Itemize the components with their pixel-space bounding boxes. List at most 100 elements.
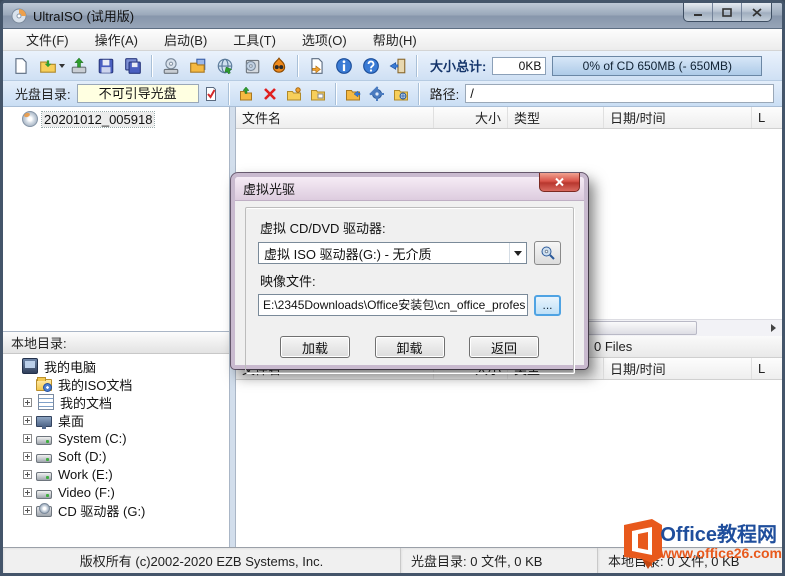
column-header-4[interactable]: L [752, 358, 782, 379]
extract-to-drive-icon [70, 57, 88, 75]
drive-search-icon [540, 245, 556, 261]
convert-document-button[interactable] [303, 53, 330, 78]
tree-item[interactable]: Work (E:) [5, 465, 227, 483]
expand-plus-icon[interactable] [23, 416, 32, 425]
unload-button[interactable]: 卸载 [375, 336, 445, 358]
tree-item-label: Work (E:) [56, 467, 115, 482]
new-document-button[interactable] [7, 53, 34, 78]
computer-icon [22, 358, 38, 374]
dialog-close-button[interactable] [539, 173, 580, 192]
disc-directory-status: 光盘目录: 0 文件, 0 KB [401, 548, 598, 573]
drive-label: 虚拟 CD/DVD 驱动器: [260, 218, 561, 237]
window-controls [683, 3, 772, 22]
load-button[interactable]: 加载 [280, 336, 350, 358]
tree-item[interactable]: System (C:) [5, 429, 227, 447]
tree-item[interactable]: 20201012_005918 [5, 110, 227, 128]
watermark: Office教程网 www.office26.com [618, 517, 782, 571]
desktop-icon [36, 416, 52, 427]
tree-item-label: Video (F:) [56, 485, 117, 500]
menu-item-0[interactable]: 文件(F) [15, 28, 80, 51]
tree-item-label: 20201012_005918 [42, 112, 154, 127]
menu-item-5[interactable]: 帮助(H) [362, 28, 428, 51]
settings-gear-button[interactable] [365, 83, 389, 105]
tree-item[interactable]: 我的文档 [5, 393, 227, 411]
total-size-value: 0KB [492, 57, 546, 75]
tree-item-label: CD 驱动器 (G:) [56, 501, 147, 520]
column-header-4[interactable]: L [752, 107, 782, 128]
menu-item-4[interactable]: 选项(O) [291, 28, 358, 51]
browse-button[interactable]: ... [534, 295, 561, 316]
tree-item[interactable]: Soft (D:) [5, 447, 227, 465]
tree-item[interactable]: 我的ISO文档 [5, 375, 227, 393]
left-column: 20201012_005918 本地目录: 我的电脑我的ISO文档我的文档桌面S… [3, 107, 230, 547]
menu-item-3[interactable]: 工具(T) [222, 28, 287, 51]
local-directory-tree: 我的电脑我的ISO文档我的文档桌面System (C:)Soft (D:) Wor… [3, 354, 229, 547]
verify-document-button[interactable] [199, 83, 223, 105]
disc-file-list-header: 文件名大小类型日期/时间L [236, 107, 782, 129]
import-folder-button[interactable] [341, 83, 365, 105]
watermark-text: Office教程网 www.office26.com [660, 525, 782, 561]
tree-item[interactable]: Video (F:) [5, 483, 227, 501]
delete-button[interactable] [258, 83, 282, 105]
maximize-button[interactable] [713, 3, 742, 21]
scroll-right-arrow-icon[interactable] [765, 320, 782, 336]
folder-clock-icon [36, 379, 52, 391]
drive-disc-icon [243, 57, 261, 75]
expand-plus-icon[interactable] [23, 452, 32, 461]
web-disc-button[interactable] [211, 53, 238, 78]
dialog-title-bar[interactable]: 虚拟光驱 [235, 177, 584, 201]
drive-icon [36, 490, 52, 499]
save-as-button[interactable] [119, 53, 146, 78]
menu-item-1[interactable]: 操作(A) [84, 28, 149, 51]
expand-plus-icon[interactable] [23, 398, 32, 407]
menu-item-2[interactable]: 启动(B) [153, 28, 218, 51]
new-folder-button[interactable] [282, 83, 306, 105]
tree-item-label: 我的电脑 [42, 357, 98, 376]
expand-plus-icon[interactable] [23, 470, 32, 479]
info-button[interactable] [330, 53, 357, 78]
close-icon [752, 8, 762, 17]
scrollbar-track[interactable] [698, 320, 765, 336]
path-label: 路径: [430, 84, 460, 103]
toolbar-separator [416, 55, 417, 77]
tree-item-label: 我的ISO文档 [56, 375, 134, 394]
exit-button[interactable] [384, 53, 411, 78]
minimize-icon [693, 8, 703, 17]
folders-button[interactable] [184, 53, 211, 78]
rename-folder-button[interactable] [306, 83, 330, 105]
new-folder-icon [286, 86, 302, 102]
column-header-0[interactable]: 文件名 [236, 107, 434, 128]
help-button[interactable] [357, 53, 384, 78]
open-folder-button[interactable] [34, 53, 61, 78]
extract-up-folder-button[interactable] [234, 83, 258, 105]
extract-to-drive-button[interactable] [65, 53, 92, 78]
column-header-1[interactable]: 大小 [434, 107, 508, 128]
column-header-3[interactable]: 日期/时间 [604, 107, 752, 128]
expand-plus-icon[interactable] [23, 434, 32, 443]
disc-directory-label: 光盘目录: [15, 84, 71, 103]
drive-disc-button[interactable] [238, 53, 265, 78]
browse-folder-button[interactable] [389, 83, 413, 105]
expand-plus-icon[interactable] [23, 506, 32, 515]
chevron-down-icon[interactable] [509, 243, 526, 263]
column-header-3[interactable]: 日期/时间 [604, 358, 752, 379]
back-button[interactable]: 返回 [469, 336, 539, 358]
save-button[interactable] [92, 53, 119, 78]
virtual-drive-select[interactable]: 虚拟 ISO 驱动器(G:) - 无介质 [258, 242, 527, 264]
tree-item[interactable]: 桌面 [5, 411, 227, 429]
tree-item[interactable]: 我的电脑 [5, 357, 227, 375]
tree-item[interactable]: CD 驱动器 (G:) [5, 501, 227, 519]
image-file-input[interactable]: E:\2345Downloads\Office安装包\cn_office_pro… [258, 294, 528, 316]
close-button[interactable] [742, 3, 771, 21]
convert-document-icon [308, 57, 326, 75]
toolbar-separator [228, 83, 229, 105]
burn-disc-button[interactable] [157, 53, 184, 78]
path-field[interactable]: / [465, 84, 774, 103]
minimize-button[interactable] [684, 3, 713, 21]
boot-status-field[interactable]: 不可引导光盘 [77, 84, 199, 103]
drive-properties-button[interactable] [534, 241, 561, 265]
mount-image-button[interactable] [265, 53, 292, 78]
expand-plus-icon[interactable] [23, 488, 32, 497]
column-header-2[interactable]: 类型 [508, 107, 604, 128]
tree-item-label: 桌面 [56, 411, 86, 430]
